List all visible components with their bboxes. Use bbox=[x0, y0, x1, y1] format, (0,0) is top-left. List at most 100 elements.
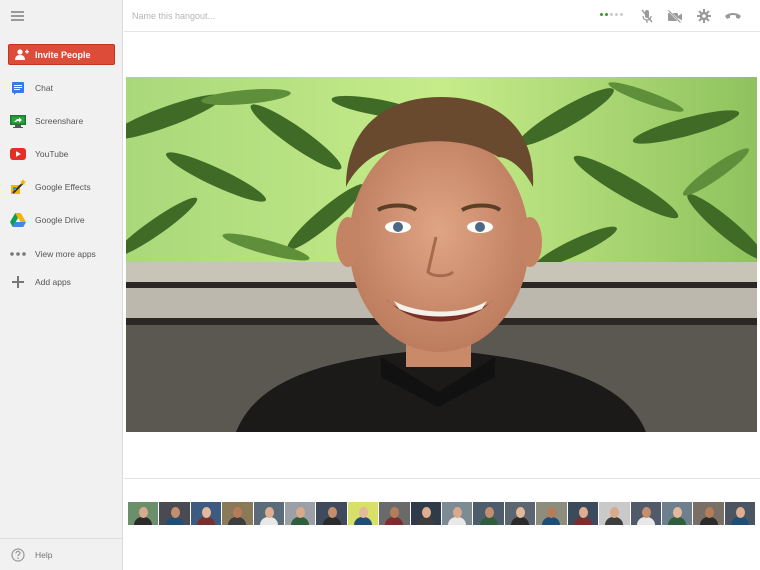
view-more-apps-button[interactable]: View more apps bbox=[0, 243, 123, 265]
invite-people-label: Invite People bbox=[35, 49, 91, 60]
help-icon bbox=[0, 547, 35, 562]
participant-thumbnail[interactable] bbox=[442, 502, 473, 525]
participant-face bbox=[578, 507, 588, 518]
participant-face bbox=[390, 507, 400, 518]
sidebar-item-youtube[interactable]: YouTube bbox=[0, 143, 123, 165]
main-video-feed bbox=[126, 77, 757, 432]
participant-body bbox=[542, 517, 561, 525]
sidebar-item-label: View more apps bbox=[35, 249, 96, 259]
camera-off-icon[interactable] bbox=[666, 7, 684, 25]
google-effects-icon bbox=[0, 179, 35, 195]
participant-body bbox=[636, 517, 655, 525]
sidebar-item-google-effects[interactable]: Google Effects bbox=[0, 176, 123, 198]
participant-body bbox=[259, 517, 278, 525]
participant-thumbnail[interactable] bbox=[504, 502, 536, 525]
participant-body bbox=[668, 517, 687, 525]
participant-face bbox=[641, 507, 651, 518]
sidebar-item-label: Screenshare bbox=[35, 116, 84, 126]
participant-face bbox=[327, 507, 337, 518]
participant-body bbox=[416, 517, 435, 525]
participant-body bbox=[479, 517, 498, 525]
participant-thumbnail[interactable] bbox=[190, 502, 222, 525]
participant-thumbnail[interactable] bbox=[410, 502, 442, 525]
participant-body bbox=[730, 517, 749, 525]
speaker-video-frame bbox=[126, 77, 757, 432]
participant-body bbox=[511, 517, 530, 525]
participant-face bbox=[359, 507, 369, 518]
help-label: Help bbox=[35, 549, 53, 560]
participant-body bbox=[385, 517, 404, 525]
participant-face bbox=[139, 507, 149, 518]
more-dots-icon bbox=[0, 252, 35, 256]
participant-face bbox=[610, 507, 620, 518]
sidebar-item-label: YouTube bbox=[35, 149, 69, 159]
youtube-icon bbox=[0, 148, 35, 160]
participant-filmstrip bbox=[128, 502, 756, 525]
participant-thumbnail[interactable] bbox=[159, 502, 190, 525]
mute-microphone-icon[interactable] bbox=[638, 7, 656, 25]
add-person-icon bbox=[9, 49, 35, 60]
participant-face bbox=[547, 507, 557, 518]
participant-face bbox=[453, 507, 463, 518]
sidebar-item-label: Chat bbox=[35, 83, 53, 93]
participant-body bbox=[197, 517, 216, 525]
participant-thumbnail[interactable] bbox=[222, 502, 253, 525]
participant-body bbox=[291, 517, 310, 525]
hangout-name-input[interactable] bbox=[132, 7, 432, 25]
participant-body bbox=[134, 517, 153, 525]
settings-gear-icon[interactable] bbox=[695, 7, 713, 25]
participant-thumbnail[interactable] bbox=[347, 502, 379, 525]
screenshare-icon bbox=[0, 114, 35, 129]
chat-icon bbox=[0, 81, 35, 95]
participant-thumbnail[interactable] bbox=[630, 502, 661, 525]
sidebar-item-label: Google Effects bbox=[35, 182, 91, 192]
participant-thumbnail[interactable] bbox=[724, 502, 756, 525]
hangout-window: Invite People Chat Screenshare YouTube G bbox=[0, 0, 760, 570]
participant-face bbox=[484, 507, 494, 518]
participant-face bbox=[735, 507, 745, 518]
participant-body bbox=[322, 517, 341, 525]
google-drive-icon bbox=[0, 213, 35, 227]
participant-face bbox=[202, 507, 212, 518]
invite-people-button[interactable]: Invite People bbox=[8, 44, 115, 65]
hang-up-icon[interactable] bbox=[724, 7, 742, 25]
participant-body bbox=[699, 517, 718, 525]
participant-face bbox=[516, 507, 526, 518]
participant-face bbox=[673, 507, 683, 518]
participant-thumbnail[interactable] bbox=[599, 502, 630, 525]
plus-icon bbox=[0, 276, 35, 288]
sidebar-item-google-drive[interactable]: Google Drive bbox=[0, 209, 123, 231]
participant-thumbnail[interactable] bbox=[128, 502, 159, 525]
participant-thumbnail[interactable] bbox=[536, 502, 567, 525]
participant-body bbox=[448, 517, 467, 525]
add-apps-button[interactable]: Add apps bbox=[0, 271, 123, 293]
participant-thumbnail[interactable] bbox=[285, 502, 316, 525]
sidebar-item-label: Google Drive bbox=[35, 215, 85, 225]
sidebar-item-label: Add apps bbox=[35, 277, 71, 287]
signal-strength-icon bbox=[600, 13, 623, 16]
participant-face bbox=[264, 507, 274, 518]
participant-body bbox=[354, 517, 373, 525]
participant-thumbnail[interactable] bbox=[316, 502, 347, 525]
sidebar-item-chat[interactable]: Chat bbox=[0, 77, 123, 99]
participant-thumbnail[interactable] bbox=[693, 502, 724, 525]
participant-face bbox=[704, 507, 714, 518]
participant-body bbox=[228, 517, 247, 525]
participant-thumbnail[interactable] bbox=[661, 502, 693, 525]
sidebar-item-screenshare[interactable]: Screenshare bbox=[0, 110, 123, 132]
filmstrip-divider bbox=[124, 478, 760, 479]
top-toolbar bbox=[124, 0, 760, 32]
participant-body bbox=[165, 517, 184, 525]
participant-body bbox=[605, 517, 624, 525]
participant-face bbox=[296, 507, 306, 518]
participant-thumbnail[interactable] bbox=[253, 502, 285, 525]
participant-thumbnail[interactable] bbox=[473, 502, 504, 525]
participant-thumbnail[interactable] bbox=[379, 502, 410, 525]
apps-sidebar: Invite People Chat Screenshare YouTube G bbox=[0, 0, 123, 570]
menu-icon[interactable] bbox=[10, 8, 28, 24]
participant-body bbox=[573, 517, 592, 525]
participant-face bbox=[421, 507, 431, 518]
help-link[interactable]: Help bbox=[0, 538, 123, 564]
participant-thumbnail[interactable] bbox=[567, 502, 599, 525]
participant-face bbox=[170, 507, 180, 518]
